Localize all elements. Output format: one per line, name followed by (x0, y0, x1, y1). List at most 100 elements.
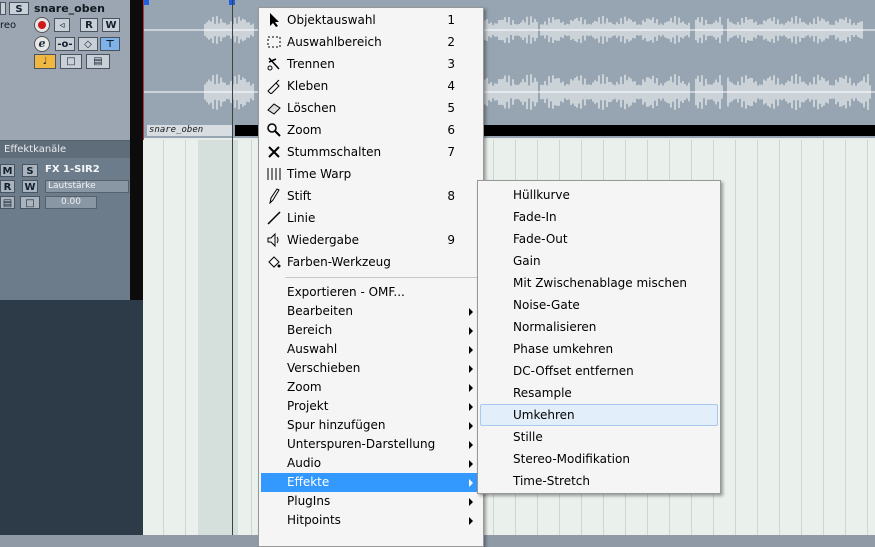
grid-line (163, 140, 164, 535)
effect-item-normalisieren[interactable]: Normalisieren (480, 316, 718, 338)
effect-item-hüllkurve[interactable]: Hüllkurve (480, 184, 718, 206)
automation-value-field[interactable]: 0.00 (45, 196, 97, 209)
grid-line (779, 140, 780, 535)
menu-item-zoom[interactable]: Zoom 6 (261, 119, 481, 141)
fx-channels-folder-header[interactable]: Effektkanäle (0, 141, 130, 158)
effect-item-stille[interactable]: Stille (480, 426, 718, 448)
effect-item-label: Umkehren (513, 408, 575, 422)
effect-item-mit-zwischenablage-mischen[interactable]: Mit Zwischenablage mischen (480, 272, 718, 294)
record-enable-button[interactable] (34, 17, 50, 33)
menu-item-löschen[interactable]: Löschen 5 (261, 97, 481, 119)
fx-lock-icon[interactable]: □ (20, 196, 40, 209)
menu-item-label: Time Warp (287, 167, 352, 181)
insert-bypass-icon[interactable]: -o- (55, 37, 75, 51)
effect-item-stereo-modifikation[interactable]: Stereo-Modifikation (480, 448, 718, 470)
fx-solo-button[interactable]: S (22, 164, 38, 177)
submenu-item-unterspuren-darstellung[interactable]: Unterspuren-Darstellung (261, 435, 481, 454)
solo-button[interactable]: S (9, 2, 29, 15)
submenu-item-effekte[interactable]: Effekte (261, 473, 481, 492)
submenu-item-verschieben[interactable]: Verschieben (261, 359, 481, 378)
mute-button-partial[interactable] (0, 2, 6, 15)
lock-icon[interactable]: □ (60, 54, 82, 69)
submenu-item-plugins[interactable]: PlugIns (261, 492, 481, 511)
fx-channel-track[interactable]: M S FX 1-SIR2 R W Lautstärke ▤ □ 0.00 (0, 158, 139, 300)
effect-item-gain[interactable]: Gain (480, 250, 718, 272)
automation-param-select[interactable]: Lautstärke (45, 180, 129, 193)
menu-item-export-omf[interactable]: Exportieren - OMF... (261, 283, 481, 302)
submenu-item-bearbeiten[interactable]: Bearbeiten (261, 302, 481, 321)
effect-item-time-stretch[interactable]: Time-Stretch (480, 470, 718, 492)
menu-item-auswahlbereich[interactable]: Auswahlbereich 2 (261, 31, 481, 53)
menu-item-stift[interactable]: Stift 8 (261, 185, 481, 207)
musical-mode-icon[interactable]: ♩ (34, 54, 56, 69)
submenu-item-spur-hinzufügen[interactable]: Spur hinzufügen (261, 416, 481, 435)
track-name[interactable]: snare_oben (34, 2, 105, 15)
menu-item-time-warp[interactable]: Time Warp (261, 163, 481, 185)
effect-item-phase-umkehren[interactable]: Phase umkehren (480, 338, 718, 360)
effect-item-fade-out[interactable]: Fade-Out (480, 228, 718, 250)
menu-item-kleben[interactable]: Kleben 4 (261, 75, 481, 97)
effect-item-noise-gate[interactable]: Noise-Gate (480, 294, 718, 316)
menu-item-label: Objektauswahl (287, 13, 376, 27)
menu-item-label: Exportieren - OMF... (287, 285, 405, 299)
menu-item-label: Spur hinzufügen (287, 418, 386, 432)
menu-item-farben-werkzeug[interactable]: Farben-Werkzeug (261, 251, 481, 273)
fx-mute-button[interactable]: M (0, 164, 15, 177)
submenu-arrow-icon (469, 308, 473, 316)
menu-item-stummschalten[interactable]: Stummschalten 7 (261, 141, 481, 163)
effects-submenu[interactable]: Hüllkurve Fade-In Fade-Out Gain Mit Zwischen… (477, 180, 721, 494)
edit-channel-icon[interactable]: e (34, 36, 50, 52)
submenu-item-auswahl[interactable]: Auswahl (261, 340, 481, 359)
effect-item-label: Fade-Out (513, 232, 568, 246)
menu-item-wiedergabe[interactable]: Wiedergabe 9 (261, 229, 481, 251)
effect-item-umkehren[interactable]: Umkehren (480, 404, 718, 426)
submenu-arrow-icon (469, 346, 473, 354)
eq-bypass-icon[interactable]: ◇ (78, 37, 98, 51)
submenu-item-hitpoints[interactable]: Hitpoints (261, 511, 481, 530)
line-icon (266, 210, 282, 226)
effect-item-fade-in[interactable]: Fade-In (480, 206, 718, 228)
submenu-item-bereich[interactable]: Bereich (261, 321, 481, 340)
menu-item-shortcut: 6 (447, 123, 455, 137)
effect-item-dc-offset-entfernen[interactable]: DC-Offset entfernen (480, 360, 718, 382)
sends-bypass-icon[interactable]: ⊤ (100, 37, 120, 51)
monitor-button[interactable]: ◃ (54, 18, 70, 32)
menu-item-linie[interactable]: Linie (261, 207, 481, 229)
submenu-arrow-icon (469, 327, 473, 335)
menu-item-label: Stummschalten (287, 145, 382, 159)
fx-track-name[interactable]: FX 1-SIR2 (45, 164, 100, 175)
effect-item-label: Mit Zwischenablage mischen (513, 276, 687, 290)
audio-track-header[interactable]: S snare_oben reo ◃ R W e -o- ◇ ⊤ ♩ □ ▤ (0, 0, 139, 141)
menu-separator (285, 277, 479, 278)
submenu-item-zoom[interactable]: Zoom (261, 378, 481, 397)
fx-write-button[interactable]: W (22, 180, 38, 193)
menu-item-label: Hitpoints (287, 513, 341, 527)
menu-item-label: Projekt (287, 399, 329, 413)
context-menu[interactable]: Objektauswahl 1 Auswahlbereich 2 Trennen 3 Kle… (258, 7, 484, 547)
audio-event[interactable] (143, 0, 875, 138)
menu-item-shortcut: 3 (447, 57, 455, 71)
playhead-cursor[interactable] (232, 0, 233, 535)
inspector-divider[interactable] (130, 0, 143, 300)
grid-line (845, 140, 846, 535)
effect-item-resample[interactable]: Resample (480, 382, 718, 404)
menu-item-label: Effekte (287, 475, 330, 489)
menu-item-label: Farben-Werkzeug (287, 255, 391, 269)
record-dot-icon (38, 21, 46, 29)
fx-read-button[interactable]: R (0, 180, 15, 193)
menu-item-trennen[interactable]: Trennen 3 (261, 53, 481, 75)
effect-item-label: Phase umkehren (513, 342, 614, 356)
menu-item-label: Kleben (287, 79, 329, 93)
speaker-icon: ◃ (59, 20, 65, 31)
submenu-arrow-icon (469, 479, 473, 487)
read-automation-button[interactable]: R (80, 18, 98, 32)
menu-item-objektauswahl[interactable]: Objektauswahl 1 (261, 9, 481, 31)
lanes-icon[interactable]: ▤ (86, 54, 110, 69)
submenu-item-audio[interactable]: Audio (261, 454, 481, 473)
menu-item-shortcut: 2 (447, 35, 455, 49)
submenu-item-projekt[interactable]: Projekt (261, 397, 481, 416)
write-automation-button[interactable]: W (102, 18, 120, 32)
effect-item-label: Normalisieren (513, 320, 597, 334)
fx-lanes-icon[interactable]: ▤ (0, 196, 15, 209)
channel-config-label: reo (0, 20, 17, 31)
